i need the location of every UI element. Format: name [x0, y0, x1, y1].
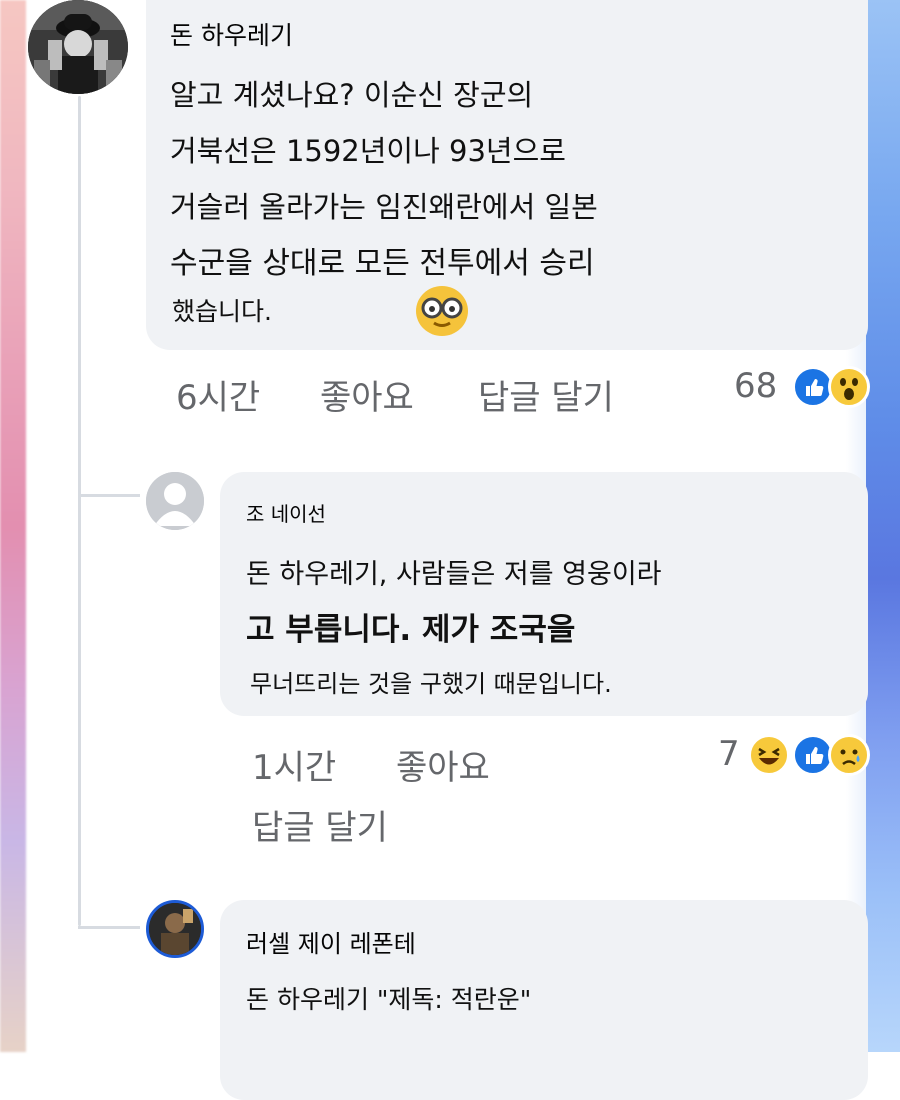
like-button[interactable]: 좋아요	[320, 370, 414, 419]
reply-text-line: 무너뜨리는 것을 구했기 때문입니다.	[250, 670, 612, 698]
reply-text-line: 돈 하우레기 "제독: 적란운"	[246, 985, 532, 1014]
left-color-edge	[0, 0, 26, 1052]
comment-author[interactable]: 돈 하우레기	[170, 16, 293, 52]
reply-author[interactable]: 조 네이선	[246, 498, 326, 527]
reply-button[interactable]: 답글 달기	[252, 800, 388, 849]
haha-icon[interactable]	[748, 734, 790, 776]
comment-timestamp[interactable]: 6시간	[176, 370, 260, 419]
like-button[interactable]: 좋아요	[396, 740, 490, 789]
reply-text-line: 고 부릅니다. 제가 조국을	[246, 612, 576, 648]
reply-connector	[78, 926, 140, 929]
reply-button[interactable]: 답글 달기	[478, 370, 614, 419]
reply-text-line: 돈 하우레기, 사람들은 저를 영웅이라	[246, 559, 662, 590]
comment-text-line: 수군을 상대로 모든 전투에서 승리	[170, 246, 595, 281]
avatar-photo	[28, 0, 128, 94]
comment-text-line: 거슬러 올라가는 임진왜란에서 일본	[170, 190, 598, 224]
comment-text-line: 거북선은 1592년이나 93년으로	[170, 134, 566, 168]
reaction-count[interactable]: 68	[734, 366, 777, 406]
reply-connector	[78, 494, 140, 497]
avatar-photo	[149, 903, 201, 955]
comment-text-line: 알고 계셨나요? 이순신 장군의	[170, 78, 534, 112]
reaction-count[interactable]: 7	[718, 734, 740, 774]
default-avatar-icon[interactable]	[146, 472, 204, 530]
nerd-face-emoji-icon	[416, 286, 468, 336]
right-color-edge	[866, 0, 900, 1052]
reply-author[interactable]: 러셀 제이 레폰테	[246, 924, 416, 959]
wow-icon[interactable]	[828, 366, 870, 408]
avatar[interactable]	[146, 900, 204, 958]
reply-thread-line	[78, 96, 81, 926]
comment-text-line: 했습니다.	[172, 297, 272, 326]
avatar[interactable]	[28, 0, 128, 94]
sad-icon[interactable]	[828, 734, 870, 776]
reply-timestamp[interactable]: 1시간	[252, 740, 336, 789]
